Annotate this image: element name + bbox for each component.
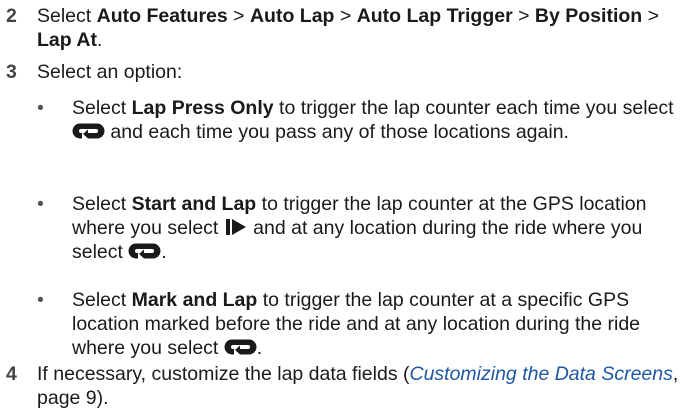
bullet: •: [37, 193, 44, 215]
lap-icon: [224, 339, 257, 355]
step-number: 3: [6, 61, 17, 83]
lap-icon: [72, 123, 105, 139]
option-text: Select Start and Lap to trigger the lap …: [72, 193, 647, 263]
step-text: Select Auto Features > Auto Lap > Auto L…: [37, 5, 659, 51]
step-text: Select an option:: [37, 61, 183, 83]
menu-by-position: By Position: [534, 5, 643, 27]
menu-auto-lap: Auto Lap: [249, 5, 335, 27]
option-text: Select Mark and Lap to trigger the lap c…: [72, 289, 641, 359]
menu-lap-at: Lap At: [37, 29, 97, 51]
lap-icon: [128, 243, 161, 259]
option-text: Select Lap Press Only to trigger the lap…: [72, 97, 674, 143]
bullet: •: [37, 97, 44, 119]
step-text: If necessary, customize the lap data fie…: [37, 363, 679, 409]
menu-auto-lap-trigger: Auto Lap Trigger: [356, 5, 513, 27]
start-icon: [225, 219, 246, 235]
step-number: 2: [6, 5, 17, 27]
customizing-data-screens-link[interactable]: Customizing the Data Screens: [409, 363, 672, 385]
option-name: Lap Press Only: [131, 97, 274, 119]
menu-auto-features: Auto Features: [96, 5, 228, 27]
option-name: Mark and Lap: [131, 289, 258, 311]
step-number: 4: [6, 363, 17, 385]
option-name: Start and Lap: [131, 193, 257, 215]
bullet: •: [37, 289, 44, 311]
